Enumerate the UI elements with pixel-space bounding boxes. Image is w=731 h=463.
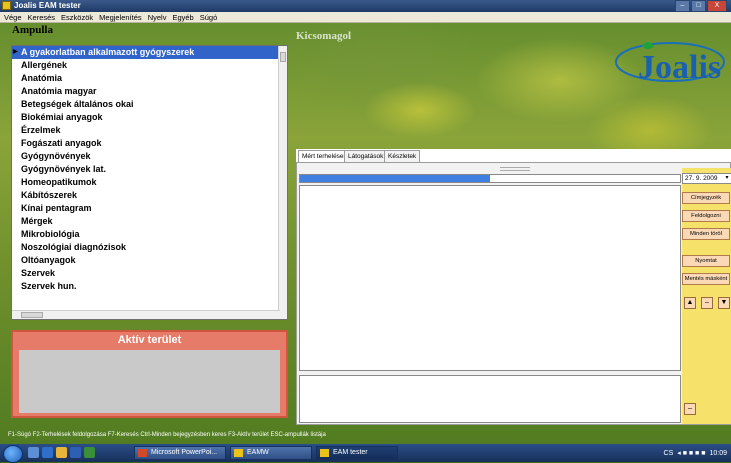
- ie-icon[interactable]: [42, 447, 53, 458]
- tab-strip: Mért terhelések Látogatások Készletek: [296, 149, 731, 163]
- progress-bar: [299, 174, 681, 183]
- word-icon[interactable]: [70, 447, 81, 458]
- collapse-button[interactable]: –: [684, 403, 696, 415]
- list-item[interactable]: Szervek hun.: [12, 280, 287, 293]
- move-up-button[interactable]: ▲: [684, 297, 696, 309]
- menu-egyeb[interactable]: Egyéb: [172, 12, 193, 22]
- scroll-thumb[interactable]: [280, 52, 286, 62]
- list-item[interactable]: Mikrobiológia: [12, 228, 287, 241]
- eamw-icon: [234, 449, 243, 457]
- list-item[interactable]: Mérgek: [12, 215, 287, 228]
- menu-megjelenites[interactable]: Megjelenítés: [99, 12, 142, 22]
- move-down-button[interactable]: ▼: [718, 297, 730, 309]
- feldolgozni-button[interactable]: Feldolgozni: [682, 210, 730, 222]
- list-item[interactable]: Homeopatikumok: [12, 176, 287, 189]
- menu-bar: Vége Keresés Eszközök Megjelenítés Nyelv…: [0, 12, 731, 23]
- list-item[interactable]: Szervek: [12, 267, 287, 280]
- menu-sugo[interactable]: Súgó: [200, 12, 218, 22]
- joalis-logo: Joalis: [615, 42, 725, 86]
- taskbar-item-label: Microsoft PowerPoi...: [151, 449, 218, 456]
- list-item[interactable]: Anatómia magyar: [12, 85, 287, 98]
- explorer-icon[interactable]: [56, 447, 67, 458]
- menu-kereses[interactable]: Keresés: [28, 12, 56, 22]
- tab-panel: 27. 9. 2009 ▾ Címjegyzék Feldolgozni Mind…: [296, 162, 731, 425]
- list-item[interactable]: A gyakorlatban alkalmazott gyógyszerek: [12, 46, 287, 59]
- logo-text: Joalis: [638, 49, 721, 86]
- horizontal-scrollbar[interactable]: [12, 310, 280, 319]
- scroll-thumb-horizontal[interactable]: [21, 312, 43, 318]
- minimize-button[interactable]: –: [675, 0, 690, 12]
- kicsomagol-label[interactable]: Kicsomagol: [296, 30, 351, 42]
- remove-button[interactable]: –: [701, 297, 713, 309]
- taskbar-item-powerpoint[interactable]: Microsoft PowerPoi...: [134, 446, 226, 460]
- list-item[interactable]: Betegségek általános okai: [12, 98, 287, 111]
- title-bar: Joalis EAM tester – □ X: [0, 0, 731, 12]
- nyomtat-button[interactable]: Nyomtat: [682, 255, 730, 267]
- tray-icons[interactable]: ◂ ■ ■ ■ ■: [677, 449, 705, 457]
- close-button[interactable]: X: [707, 0, 727, 12]
- minden-torol-button[interactable]: Minden töröl: [682, 228, 730, 240]
- progress-fill: [300, 175, 490, 182]
- mentes-maskent-button[interactable]: Mentés másként: [682, 273, 730, 285]
- date-dropdown-icon[interactable]: ▾: [723, 174, 731, 183]
- system-tray: CS ◂ ■ ■ ■ ■ 10:09: [664, 444, 731, 462]
- aktiv-terulet-panel: Aktív terület: [11, 330, 288, 418]
- language-indicator[interactable]: CS: [664, 450, 674, 457]
- excel-icon[interactable]: [84, 447, 95, 458]
- menu-eszkozok[interactable]: Eszközök: [61, 12, 93, 22]
- list-item[interactable]: Noszológiai diagnózisok: [12, 241, 287, 254]
- date-field[interactable]: 27. 9. 2009 ▾: [682, 173, 731, 184]
- taskbar-item-label: EAMW: [247, 449, 269, 456]
- list-item[interactable]: Anatómia: [12, 72, 287, 85]
- splitter-grip[interactable]: [500, 167, 530, 171]
- vertical-scrollbar[interactable]: [278, 46, 287, 319]
- aktiv-terulet-area[interactable]: [19, 350, 280, 413]
- taskbar-item-label: EAM tester: [333, 449, 368, 456]
- list-item[interactable]: Kábítószerek: [12, 189, 287, 202]
- list-item[interactable]: Gyógynövények lat.: [12, 163, 287, 176]
- ampulla-list[interactable]: A gyakorlatban alkalmazott gyógyszerekAl…: [11, 45, 288, 320]
- list-item[interactable]: Érzelmek: [12, 124, 287, 137]
- aktiv-terulet-title: Aktív terület: [117, 334, 182, 346]
- detail-area[interactable]: [299, 375, 681, 423]
- start-button[interactable]: [3, 445, 23, 463]
- list-item[interactable]: Fogászati anyagok: [12, 137, 287, 150]
- list-item[interactable]: Kínai pentagram: [12, 202, 287, 215]
- action-sidebar: [682, 168, 731, 424]
- tab-mert-terhelesek[interactable]: Mért terhelések: [298, 150, 351, 162]
- taskbar: Microsoft PowerPoi... EAMW EAM tester CS…: [0, 444, 731, 463]
- list-item[interactable]: Biokémiai anyagok: [12, 111, 287, 124]
- powerpoint-icon: [138, 449, 147, 457]
- status-bar: F1-Súgó F2-Terhelések feldolgozása F7-Ke…: [8, 432, 326, 438]
- taskbar-item-eamw[interactable]: EAMW: [230, 446, 312, 460]
- menu-vege[interactable]: Vége: [4, 12, 22, 22]
- show-desktop-icon[interactable]: [28, 447, 39, 458]
- tab-latogatasok[interactable]: Látogatások: [344, 150, 388, 162]
- cimjegyzek-button[interactable]: Címjegyzék: [682, 192, 730, 204]
- app-icon: [2, 1, 11, 10]
- list-item[interactable]: Oltóanyagok: [12, 254, 287, 267]
- clock[interactable]: 10:09: [709, 450, 727, 457]
- window-title: Joalis EAM tester: [14, 1, 81, 10]
- tab-keszletek[interactable]: Készletek: [384, 150, 421, 162]
- taskbar-item-eam-tester[interactable]: EAM tester: [316, 446, 398, 460]
- menu-nyelv[interactable]: Nyelv: [148, 12, 167, 22]
- maximize-button[interactable]: □: [691, 0, 706, 12]
- list-item[interactable]: Allergének: [12, 59, 287, 72]
- list-item[interactable]: Gyógynövények: [12, 150, 287, 163]
- measurement-list[interactable]: [299, 185, 681, 371]
- ampulla-title: Ampulla: [12, 24, 53, 36]
- eam-tester-icon: [320, 449, 329, 457]
- date-value: 27. 9. 2009: [685, 175, 718, 182]
